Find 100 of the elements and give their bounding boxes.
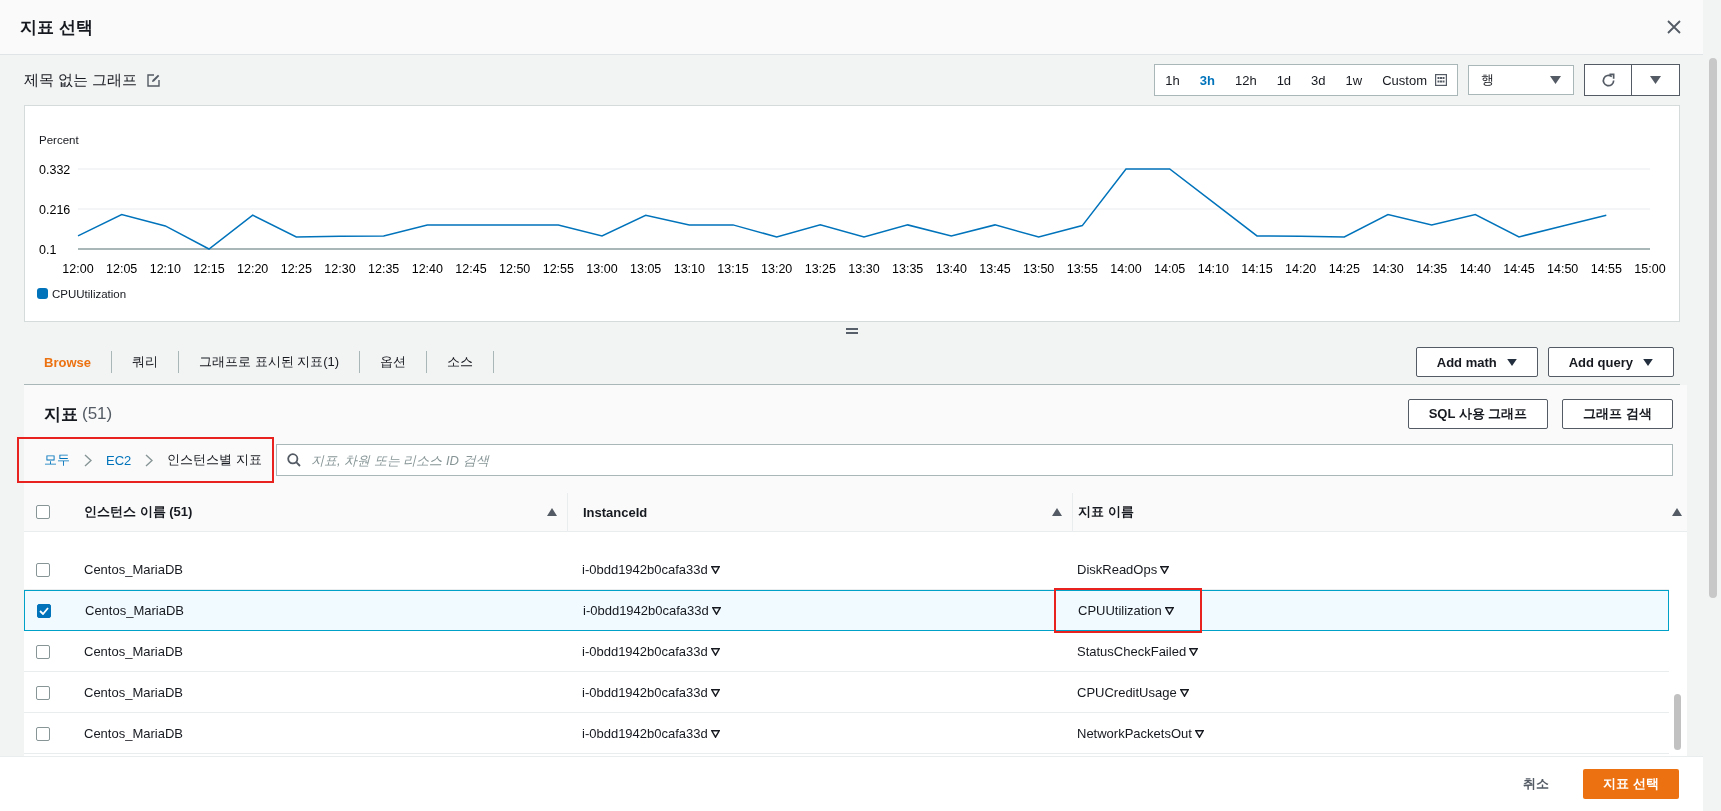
checkbox[interactable]	[36, 685, 50, 700]
caret-icon[interactable]	[710, 565, 720, 574]
dropdown-button[interactable]: Add query	[1547, 347, 1674, 377]
table-cell: Centos_MariaDB	[84, 726, 183, 741]
tick-label: 13:00	[586, 262, 618, 276]
caret-icon	[1643, 358, 1653, 366]
time-range-button[interactable]: Custom	[1372, 65, 1457, 95]
tick-label: 14:05	[1154, 262, 1186, 276]
tick-label: 12:05	[106, 262, 138, 276]
tick-label: 13:35	[892, 262, 924, 276]
sort-icon[interactable]	[547, 508, 557, 516]
table-cell: i-0bdd1942b0cafa33d	[582, 562, 708, 577]
caret-icon	[1550, 76, 1561, 84]
table-row[interactable]: Centos_MariaDB i-0bdd1942b0cafa33d NetworkPacketsOut	[24, 713, 1669, 754]
tick-label: 12:45	[455, 262, 487, 276]
table-cell: CPUCreditUsage	[1077, 685, 1177, 700]
sort-icon[interactable]	[1052, 508, 1062, 516]
tick-label: 12:00	[62, 262, 94, 276]
tick-label: 15:00	[1634, 262, 1666, 276]
caret-icon[interactable]	[711, 606, 721, 615]
dropdown-button[interactable]	[1632, 64, 1680, 96]
tick-label: 13:15	[717, 262, 749, 276]
tab[interactable]: 소스	[427, 351, 495, 373]
tab[interactable]: 그래프로 표시된 지표(1)	[178, 351, 361, 373]
refresh-icon	[1600, 72, 1616, 88]
search-field[interactable]: 지표, 차원 또는 리소스 ID 검색	[308, 451, 1662, 469]
tick-label: 14:30	[1372, 262, 1404, 276]
search-field[interactable]: 지표, 차원 또는 리소스 ID 검색	[275, 444, 1673, 476]
cancel-button[interactable]: 취소	[1503, 769, 1570, 799]
scrollbar[interactable]	[1674, 694, 1681, 750]
table-cell: i-0bdd1942b0cafa33d	[582, 644, 708, 659]
view-select[interactable]: 행	[1468, 65, 1574, 95]
caret-icon[interactable]	[1194, 729, 1204, 738]
calendar-icon	[1435, 74, 1447, 86]
tick-label: 0.1	[39, 243, 57, 257]
caret-icon[interactable]	[1160, 565, 1170, 574]
column-header[interactable]: InstanceId	[583, 504, 648, 520]
caret-icon[interactable]	[710, 729, 720, 738]
tick-label: 12:50	[499, 262, 531, 276]
table-row[interactable]: Centos_MariaDB i-0bdd1942b0cafa33d CPUCreditUsage	[24, 672, 1669, 713]
column-header[interactable]: 지표 이름	[1078, 503, 1134, 521]
table-cell: i-0bdd1942b0cafa33d	[583, 603, 709, 618]
time-range-button[interactable]: 1w	[1335, 65, 1373, 95]
time-range-button[interactable]: 3h	[1189, 65, 1225, 95]
caret-icon[interactable]	[1179, 688, 1189, 697]
time-range-button[interactable]: 1d	[1266, 65, 1302, 95]
tick-label: 13:40	[935, 262, 967, 276]
checkbox[interactable]	[36, 505, 50, 519]
breadcrumb-link[interactable]: EC2	[106, 452, 132, 468]
time-range-button[interactable]: 3d	[1301, 65, 1336, 95]
caret-icon	[1506, 358, 1517, 366]
checkbox[interactable]	[36, 726, 50, 741]
table-row[interactable]: Centos_MariaDB i-0bdd1942b0cafa33d CPUUtilization	[24, 590, 1669, 631]
tick-label: 0.332	[39, 163, 71, 177]
search-icon	[286, 453, 301, 467]
legend-label: CPUUtilization	[52, 288, 127, 300]
sort-icon[interactable]	[1672, 508, 1682, 516]
column-header[interactable]: 인스턴스 이름 (51)	[84, 503, 193, 521]
tick-label: 13:30	[848, 262, 880, 276]
checkbox[interactable]	[37, 603, 51, 618]
time-range-button[interactable]: 1h	[1155, 65, 1190, 95]
tick-label: 13:45	[979, 262, 1011, 276]
action-button[interactable]: 그래프 검색	[1562, 399, 1673, 429]
chevron-right-icon	[84, 453, 92, 467]
tick-label: 14:40	[1459, 262, 1491, 276]
tick-label: 14:25	[1328, 262, 1360, 276]
checkbox[interactable]	[36, 562, 50, 577]
table-cell: StatusCheckFailed	[1077, 644, 1187, 659]
tick-label: 13:10	[673, 262, 705, 276]
tab[interactable]: 옵션	[360, 351, 428, 373]
table-cell: Centos_MariaDB	[84, 685, 183, 700]
table-cell: DiskReadOps	[1077, 562, 1158, 577]
refresh-button[interactable]	[1584, 64, 1632, 96]
time-range-button[interactable]: 12h	[1224, 65, 1267, 95]
chevron-right-icon	[145, 453, 154, 467]
close-icon[interactable]	[1667, 20, 1681, 34]
breadcrumb-link[interactable]: 모두	[44, 451, 70, 469]
caret-icon[interactable]	[710, 647, 720, 656]
caret-icon[interactable]	[710, 688, 720, 697]
edit-icon[interactable]	[147, 73, 161, 87]
caret-icon[interactable]	[1164, 606, 1174, 615]
action-button[interactable]: SQL 사용 그래프	[1407, 399, 1549, 429]
tick-label: 12:40	[411, 262, 443, 276]
tick-label: 14:35	[1416, 262, 1448, 276]
tick-label: 12:25	[280, 262, 312, 276]
metric-count: (51)	[82, 404, 113, 424]
checkbox[interactable]	[36, 644, 50, 659]
scrollbar[interactable]	[1709, 58, 1717, 598]
dropdown-button[interactable]: Add math	[1415, 347, 1538, 377]
table-cell: CPUUtilization	[1078, 603, 1162, 618]
table-cell: i-0bdd1942b0cafa33d	[582, 685, 708, 700]
table-row[interactable]: Centos_MariaDB i-0bdd1942b0cafa33d StatusCheckFailed	[24, 631, 1669, 672]
resize-handle-icon[interactable]	[846, 328, 858, 334]
table-cell: Centos_MariaDB	[85, 603, 184, 618]
breadcrumb-current: 인스턴스별 지표	[167, 451, 262, 469]
tab[interactable]: 쿼리	[111, 351, 179, 373]
axis-label: Percent	[39, 134, 79, 146]
tick-label: 12:35	[368, 262, 400, 276]
caret-icon[interactable]	[1189, 647, 1199, 656]
table-cell: i-0bdd1942b0cafa33d	[582, 726, 708, 741]
